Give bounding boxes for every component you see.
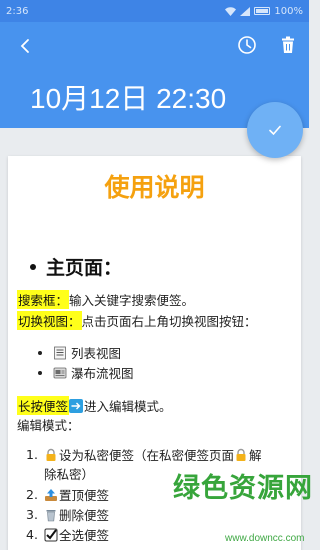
waterfall-view-icon — [53, 367, 67, 378]
clock-icon[interactable] — [237, 35, 257, 55]
wifi-icon — [225, 6, 237, 16]
item-1-text: 设为私密便签（在私密便签页面 — [59, 448, 235, 463]
edit-item-4: 4. 全选便签 — [26, 525, 109, 544]
search-line: 搜索框： 输入关键字搜索便签。 — [17, 290, 194, 309]
lock-icon — [46, 448, 56, 461]
edit-item-1: 1. 设为私密便签（在私密便签页面 解 — [26, 445, 262, 464]
signal-icon — [240, 6, 251, 16]
list-view-label: 列表视图 — [71, 346, 122, 361]
status-time: 2:36 — [6, 5, 29, 17]
section-heading: 主页面： — [30, 253, 122, 280]
item-number: 2. — [26, 487, 38, 502]
bullet-dot — [38, 370, 42, 375]
search-text: 输入关键字搜索便签。 — [69, 293, 195, 308]
lock-icon — [236, 448, 246, 461]
item-1-text-tail: 解 — [249, 448, 262, 463]
bullet-dot — [30, 263, 36, 270]
trash-icon[interactable] — [278, 35, 298, 55]
edit-item-3: 3. 删除便签 — [26, 505, 109, 524]
item-number: 1. — [26, 447, 38, 462]
watermark-name: 绿色资源网 — [173, 473, 313, 504]
edit-mode-label: 编辑模式： — [17, 418, 80, 433]
bullet-dot — [38, 350, 42, 355]
pin-top-icon — [45, 488, 57, 501]
waterfall-view-item: 瀑布流视图 — [38, 363, 134, 382]
search-label: 搜索框： — [17, 290, 70, 309]
save-check-button[interactable] — [247, 102, 303, 158]
list-view-item: 列表视图 — [38, 343, 121, 362]
note-datetime: 10月12日 22:30 — [30, 83, 227, 114]
back-icon[interactable] — [16, 36, 36, 56]
item-2-text: 置顶便签 — [59, 488, 110, 503]
edit-item-2: 2. 置顶便签 — [26, 485, 109, 504]
item-1-continuation: 除私密） — [44, 467, 95, 482]
watermark-url: www.downcc.com — [225, 533, 305, 544]
status-bar: 2:36 100% — [0, 0, 309, 22]
item-3-text: 删除便签 — [59, 508, 110, 523]
switch-text: 点击页面右上角切换视图按钮： — [81, 314, 257, 329]
longpress-label: 长按便签 — [17, 396, 70, 415]
watermark: 绿色资源网 www.downcc.com — [173, 466, 312, 550]
battery-level: 100% — [274, 5, 303, 17]
longpress-text: 进入编辑模式。 — [84, 399, 172, 414]
checkbox-icon — [44, 528, 58, 541]
battery-icon — [254, 7, 271, 15]
section-heading-text: 主页面： — [46, 257, 123, 279]
switch-label: 切换视图： — [17, 311, 82, 330]
longpress-line: 长按便签 进入编辑模式。 — [17, 396, 172, 415]
switch-line: 切换视图： 点击页面右上角切换视图按钮： — [17, 311, 257, 330]
item-number: 3. — [26, 507, 38, 522]
arrow-right-icon — [69, 398, 84, 413]
status-right: 100% — [225, 6, 303, 17]
waterfall-view-label: 瀑布流视图 — [71, 366, 134, 381]
note-title: 使用说明 — [104, 173, 205, 202]
item-4-text: 全选便签 — [59, 528, 110, 543]
item-number: 4. — [26, 527, 38, 542]
trash-can-icon — [46, 509, 56, 521]
edit-mode-line: 编辑模式： — [17, 415, 80, 434]
check-icon — [269, 125, 281, 136]
list-view-icon — [54, 346, 66, 359]
